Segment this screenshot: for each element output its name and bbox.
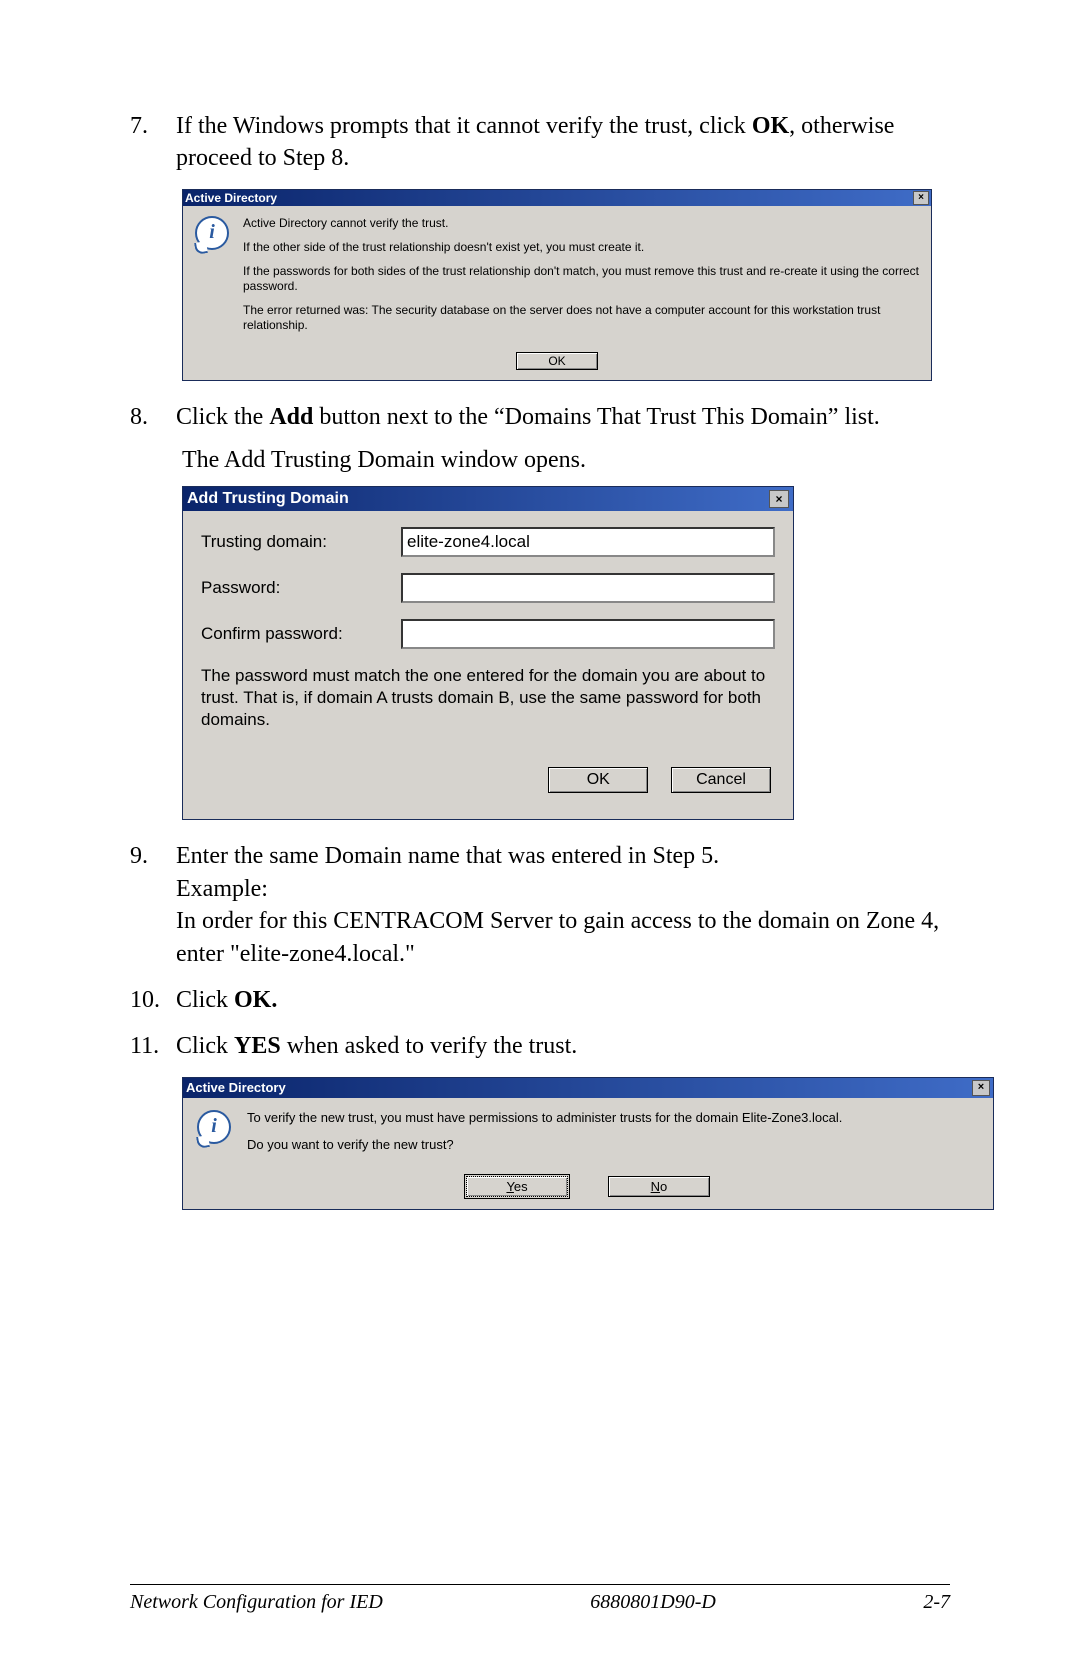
dialog-active-directory-error: Active Directory × i Active Directory ca… — [182, 189, 932, 381]
footer-left: Network Configuration for IED — [130, 1591, 383, 1614]
dialog-title: Active Directory — [186, 1080, 286, 1095]
titlebar: Add Trusting Domain × — [183, 487, 793, 511]
dialog-verify-trust: Active Directory × i To verify the new t… — [182, 1077, 994, 1210]
trusting-domain-input[interactable]: elite-zone4.local — [401, 527, 775, 557]
step-number: 11. — [130, 1030, 176, 1062]
step-text: Enter the same Domain name that was ente… — [176, 840, 950, 970]
dialog-add-trusting-domain: Add Trusting Domain × Trusting domain: e… — [182, 486, 794, 820]
ok-button[interactable]: OK — [516, 352, 598, 370]
info-icon: i — [197, 1110, 231, 1144]
footer-right: 2-7 — [923, 1591, 950, 1614]
footer-center: 6880801D90-D — [590, 1591, 716, 1614]
no-button[interactable]: No — [608, 1176, 710, 1197]
dialog-title: Active Directory — [185, 191, 277, 205]
dialog-message: To verify the new trust, you must have p… — [247, 1110, 979, 1164]
trusting-domain-label: Trusting domain: — [201, 532, 401, 552]
step-11: 11. Click YES when asked to verify the t… — [130, 1030, 950, 1062]
confirm-password-label: Confirm password: — [201, 624, 401, 644]
step-8-result: The Add Trusting Domain window opens. — [182, 447, 950, 474]
step-8: 8. Click the Add button next to the “Dom… — [130, 401, 950, 433]
step-text: If the Windows prompts that it cannot ve… — [176, 110, 950, 175]
close-icon[interactable]: × — [769, 490, 789, 508]
step-number: 7. — [130, 110, 176, 175]
dialog-message: Active Directory cannot verify the trust… — [243, 216, 919, 342]
step-7: 7. If the Windows prompts that it cannot… — [130, 110, 950, 175]
page-footer: Network Configuration for IED 6880801D90… — [130, 1584, 950, 1614]
password-input[interactable] — [401, 573, 775, 603]
step-10: 10. Click OK. — [130, 984, 950, 1016]
step-text: Click OK. — [176, 984, 950, 1016]
yes-button[interactable]: Yes — [466, 1176, 568, 1197]
step-text: Click YES when asked to verify the trust… — [176, 1030, 950, 1062]
step-9: 9. Enter the same Domain name that was e… — [130, 840, 950, 970]
step-text: Click the Add button next to the “Domain… — [176, 401, 950, 433]
step-number: 10. — [130, 984, 176, 1016]
password-note: The password must match the one entered … — [201, 665, 775, 731]
titlebar: Active Directory × — [183, 190, 931, 206]
confirm-password-input[interactable] — [401, 619, 775, 649]
titlebar: Active Directory × — [183, 1078, 993, 1098]
step-number: 8. — [130, 401, 176, 433]
ok-button[interactable]: OK — [548, 767, 648, 793]
password-label: Password: — [201, 578, 401, 598]
cancel-button[interactable]: Cancel — [671, 767, 771, 793]
dialog-title: Add Trusting Domain — [187, 490, 349, 508]
close-icon[interactable]: × — [972, 1080, 990, 1096]
info-icon: i — [195, 216, 229, 250]
close-icon[interactable]: × — [913, 191, 929, 205]
step-number: 9. — [130, 840, 176, 970]
